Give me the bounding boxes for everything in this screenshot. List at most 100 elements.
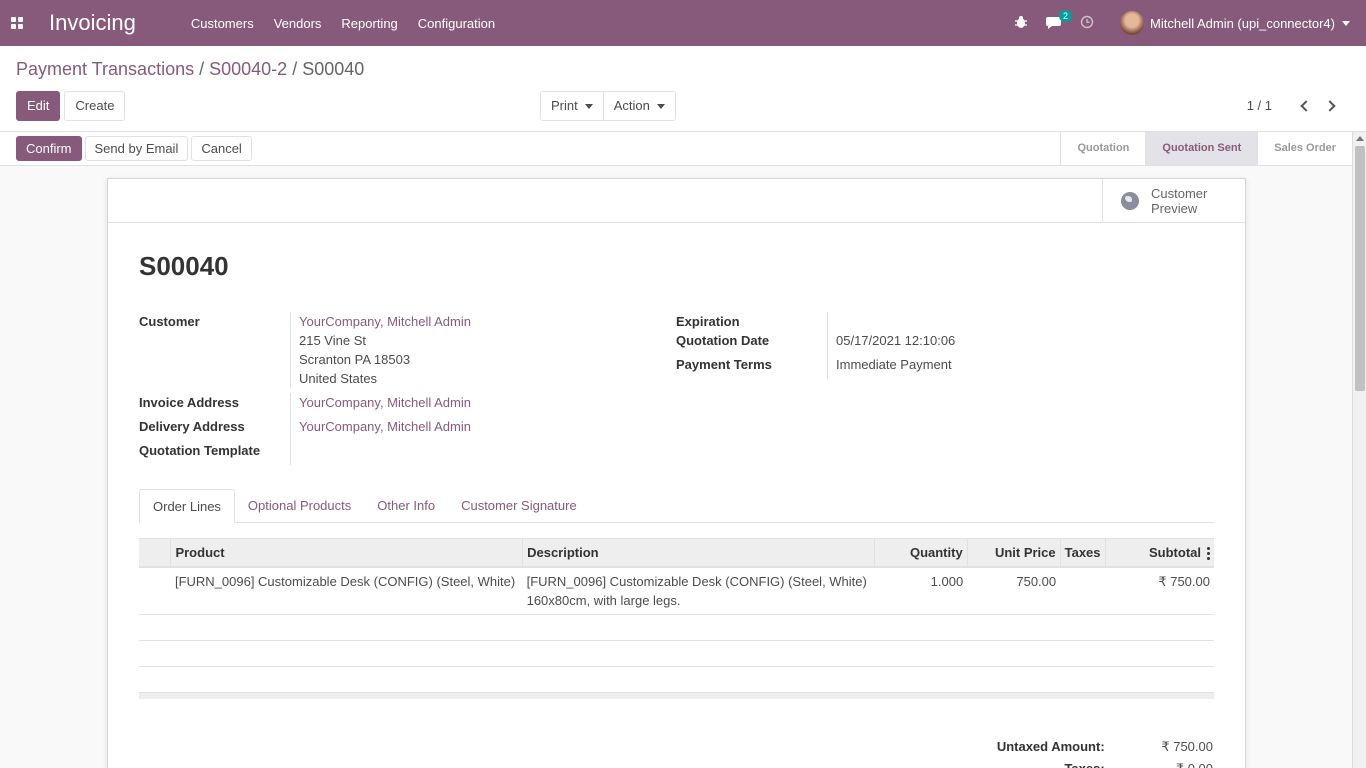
untaxed-amount-label: Untaxed Amount:	[996, 739, 1105, 754]
tab-customer-signature[interactable]: Customer Signature	[448, 489, 590, 522]
tab-optional-products[interactable]: Optional Products	[235, 489, 364, 522]
chevron-down-icon	[1342, 20, 1350, 26]
chevron-right-icon[interactable]	[1324, 99, 1336, 112]
edit-button[interactable]: Edit	[16, 91, 61, 121]
payment-terms-label: Payment Terms	[676, 357, 772, 372]
order-lines-table: Product Description Quantity Unit Price …	[139, 538, 1214, 699]
globe-icon	[1121, 192, 1139, 210]
chevron-down-icon	[656, 104, 665, 110]
stage-quotation[interactable]: Quotation	[1060, 132, 1145, 165]
customer-group: Customer YourCompany, Mitchell Admin 215…	[139, 312, 669, 465]
delivery-address-label: Delivery Address	[139, 419, 245, 434]
header-description[interactable]: Description	[522, 538, 875, 568]
statusbar: Confirm Send by Email Cancel Quotation Q…	[0, 132, 1352, 166]
row-unit-price: 750.00	[967, 566, 1061, 615]
row-product: [FURN_0096] Customizable Desk (CONFIG) (…	[170, 566, 523, 615]
stage-sales-order[interactable]: Sales Order	[1257, 132, 1352, 165]
messages-badge: 2	[1059, 9, 1073, 22]
user-name: Mitchell Admin (upi_connector4)	[1150, 15, 1335, 31]
header-unit-price[interactable]: Unit Price	[966, 538, 1061, 568]
menu-configuration[interactable]: Configuration	[418, 16, 495, 31]
user-menu[interactable]: Mitchell Admin (upi_connector4)	[1112, 11, 1350, 35]
empty-row	[139, 640, 1214, 667]
app-title[interactable]: Invoicing	[49, 10, 136, 36]
button-box: Customer Preview	[108, 179, 1245, 223]
header-subtotal[interactable]: Subtotal	[1104, 538, 1214, 568]
confirm-button[interactable]: Confirm	[16, 136, 82, 161]
form-sheet: Customer Preview S00040 Customer YourCom…	[107, 178, 1246, 768]
chat-icon[interactable]: 2	[1046, 9, 1073, 32]
print-label: Print	[551, 98, 578, 113]
dates-group: Expiration Quotation Date 05/17/2021 12:…	[676, 312, 1206, 379]
table-footer	[139, 691, 1214, 699]
action-dropdown[interactable]: Action	[602, 91, 676, 121]
main-menu: Customers Vendors Reporting Configuratio…	[191, 16, 515, 31]
breadcrumb-current: S00040	[302, 59, 365, 79]
create-button[interactable]: Create	[64, 91, 126, 121]
customer-preview-line1: Customer	[1151, 186, 1208, 201]
chevron-left-icon[interactable]	[1300, 99, 1312, 112]
menu-vendors[interactable]: Vendors	[274, 16, 322, 31]
invoice-address-link[interactable]: YourCompany, Mitchell Admin	[299, 393, 471, 412]
breadcrumb: Payment Transactions / S00040-2/S00040	[16, 59, 365, 79]
untaxed-amount-value: ₹ 750.00	[1161, 739, 1213, 754]
stage-quotation-sent[interactable]: Quotation Sent	[1145, 132, 1258, 165]
taxes-label: Taxes:	[913, 758, 1104, 768]
notebook-tabs: Order Lines Optional Products Other Info…	[139, 489, 1214, 523]
handle-header	[139, 538, 171, 568]
quotation-template-label: Quotation Template	[139, 443, 261, 458]
record-title: S00040	[139, 251, 229, 281]
scroll-thumb[interactable]	[1355, 146, 1365, 391]
quotation-date-label: Quotation Date	[676, 333, 770, 348]
menu-reporting[interactable]: Reporting	[341, 16, 397, 31]
totals-summary: Untaxed Amount: ₹ 750.00 Taxes: ₹ 0.00	[913, 736, 1213, 768]
customer-preview-button[interactable]: Customer Preview	[1102, 179, 1245, 223]
customer-country: United States	[299, 371, 378, 386]
clock-icon[interactable]	[1080, 15, 1094, 32]
breadcrumb-payment-transactions[interactable]: Payment Transactions	[16, 59, 194, 79]
table-row[interactable]: [FURN_0096] Customizable Desk (CONFIG) (…	[139, 566, 1214, 615]
scrollbar[interactable]	[1352, 132, 1366, 768]
quotation-template-field[interactable]	[290, 436, 299, 465]
invoice-address-label: Invoice Address	[139, 395, 239, 410]
quotation-date-value: 05/17/2021 12:10:06	[827, 331, 955, 350]
row-taxes	[1060, 566, 1106, 615]
delivery-address-link[interactable]: YourCompany, Mitchell Admin	[299, 417, 471, 436]
row-subtotal: ₹ 750.00	[1105, 566, 1214, 615]
tab-other-info[interactable]: Other Info	[364, 489, 448, 522]
top-navbar: Invoicing Customers Vendors Reporting Co…	[0, 0, 1366, 46]
row-description-line2: 160x80cm, with large legs.	[526, 592, 681, 608]
customer-preview-line2: Preview	[1151, 201, 1198, 216]
customer-label: Customer	[139, 314, 200, 329]
status-stages: Quotation Quotation Sent Sales Order	[1060, 132, 1352, 165]
customer-link[interactable]: YourCompany, Mitchell Admin	[299, 312, 471, 331]
taxes-value: ₹ 0.00	[1129, 758, 1213, 768]
empty-row	[139, 614, 1214, 641]
header-subtotal-label: Subtotal	[1149, 544, 1201, 560]
pager: 1 / 1	[1247, 98, 1342, 113]
bug-icon[interactable]	[1014, 15, 1028, 32]
expiration-field[interactable]	[827, 312, 836, 331]
header-product[interactable]: Product	[170, 538, 523, 568]
scroll-up-icon[interactable]	[1356, 136, 1364, 141]
row-quantity: 1.000	[874, 566, 968, 615]
send-by-email-button[interactable]: Send by Email	[84, 136, 189, 161]
customer-city: Scranton PA 18503	[299, 352, 411, 367]
apps-menu-icon[interactable]	[1, 0, 33, 46]
payment-terms-value: Immediate Payment	[827, 350, 952, 379]
header-quantity[interactable]: Quantity	[873, 538, 968, 568]
menu-customers[interactable]: Customers	[191, 16, 254, 31]
print-dropdown[interactable]: Print	[540, 91, 603, 121]
cancel-button[interactable]: Cancel	[191, 136, 252, 161]
empty-row	[139, 666, 1214, 693]
header-taxes[interactable]: Taxes	[1059, 538, 1106, 568]
column-options-icon[interactable]	[1207, 546, 1210, 560]
navbar-systray: 2 Mitchell Admin (upi_connector4)	[1014, 0, 1366, 46]
tab-order-lines[interactable]: Order Lines	[139, 489, 235, 523]
pager-value[interactable]: 1 / 1	[1247, 98, 1272, 113]
avatar	[1120, 11, 1145, 35]
expiration-label: Expiration	[676, 314, 740, 329]
chevron-down-icon	[584, 104, 593, 110]
breadcrumb-s00040-2[interactable]: S00040-2	[209, 59, 287, 79]
row-description: [FURN_0096] Customizable Desk (CONFIG) (…	[522, 566, 875, 615]
